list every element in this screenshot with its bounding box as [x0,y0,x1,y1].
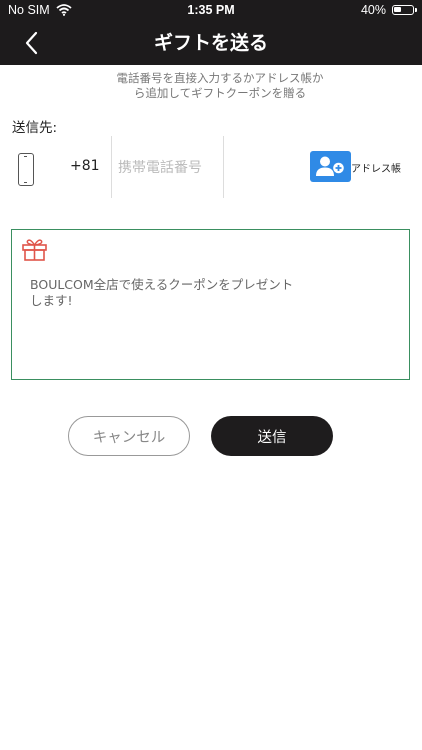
battery-icon [392,5,417,15]
status-time: 1:35 PM [187,3,235,17]
page-title: ギフトを送る [153,32,268,54]
address-book-label[interactable]: アドレス帳 [351,160,401,175]
send-button[interactable]: 送信 [211,416,333,456]
phone-number-input[interactable] [116,154,224,182]
gift-message-line-1: BOULCOM全店で使えるクーポンをプレゼント [30,277,294,292]
mobile-phone-icon [18,153,34,186]
divider [223,136,224,198]
instructions-line-2: ら追加してギフトクーポンを贈る [133,86,307,100]
top-bar: No SIM 1:35 PM 40% ギフトを送る [0,0,422,65]
cancel-button[interactable]: キャンセル [68,416,190,456]
instructions-text: 電話番号を直接入力するかアドレス帳か ら追加してギフトクーポンを贈る [100,71,340,101]
battery-level [394,7,401,12]
gift-icon [22,239,47,261]
gift-message-box[interactable]: BOULCOM全店で使えるクーポンをプレゼント します! [11,229,410,380]
phone-entry-row: +81 アドレス帳 [0,136,422,198]
instructions-line-1: 電話番号を直接入力するかアドレス帳か [116,71,324,85]
divider [111,136,112,198]
battery-percent: 40% [360,3,386,17]
country-code[interactable]: +81 [70,158,100,174]
gift-message-text: BOULCOM全店で使えるクーポンをプレゼント します! [30,277,330,309]
add-contact-icon [316,156,344,176]
gift-message-line-2: します! [30,293,73,308]
address-book-button[interactable] [310,151,351,182]
status-bar: No SIM 1:35 PM 40% [0,0,422,22]
recipient-label: 送信先: [12,120,58,136]
status-right: 40% [360,3,417,17]
screen: No SIM 1:35 PM 40% ギフトを送る 電話番号を直接入力するかアド… [0,0,422,750]
